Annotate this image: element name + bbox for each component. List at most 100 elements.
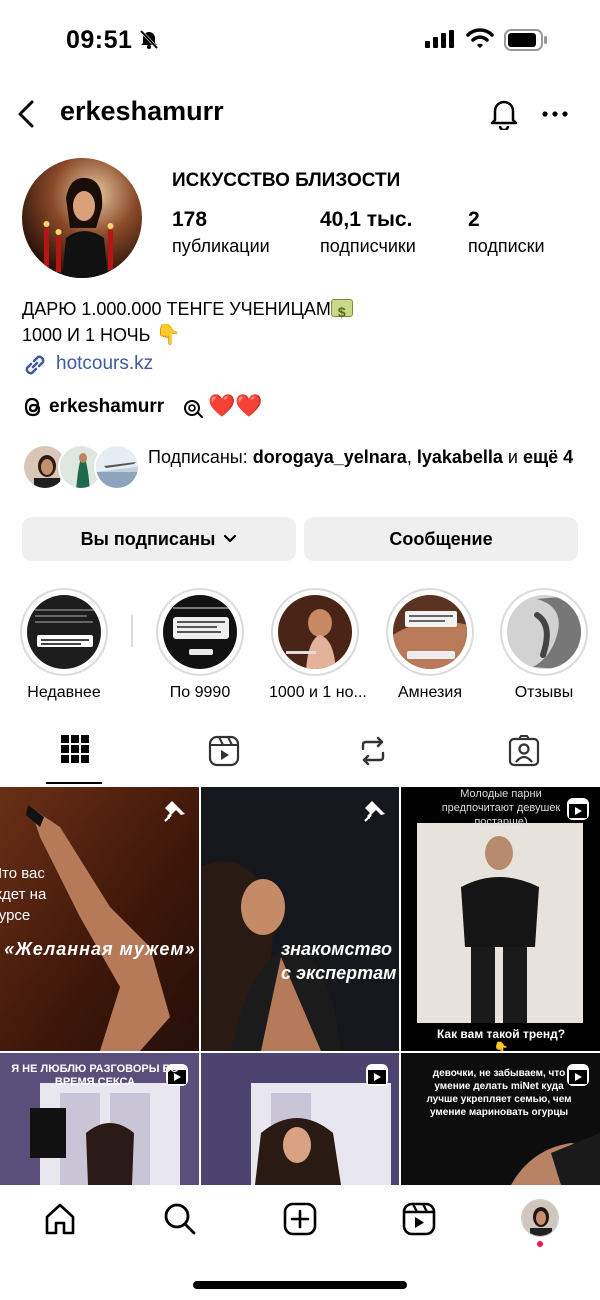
followed-by-avatars [22, 444, 142, 492]
status-bar: 09:51 [0, 0, 600, 80]
highlight-label: 1000 и 1 но... [269, 684, 367, 701]
hearts-emoji: ❤️❤️ [208, 393, 263, 418]
tagged-person-icon [508, 735, 540, 767]
threads-handle: erkeshamurr [49, 396, 165, 417]
stat-following-label: подписки [468, 236, 545, 256]
profile-nav-avatar[interactable] [521, 1199, 559, 1237]
post-1-caption-title: «Желанная мужем» [4, 939, 196, 959]
grid-post-6[interactable]: девочки, не забываем, что умение делать … [401, 1053, 600, 1185]
post-2-caption: знакомство с экспертам [281, 937, 399, 985]
highlight-label: Недавнее [27, 684, 101, 701]
bottom-navigation [0, 1185, 600, 1300]
pin-icon [364, 801, 385, 822]
highlight-1001-night[interactable]: 1000 и 1 но... [269, 588, 367, 702]
post-2-image [201, 787, 399, 1051]
highlight-cover [278, 595, 352, 669]
following-button[interactable]: Вы подписаны [22, 517, 296, 561]
highlight-ring [500, 588, 588, 676]
highlight-ring [271, 588, 359, 676]
home-icon[interactable] [42, 1201, 78, 1237]
stat-followers[interactable]: 40,1 тыс. подписчики [320, 208, 416, 257]
reel-icon [567, 798, 589, 820]
grid-icon [61, 735, 89, 763]
post-2-caption-line-2: с экспертам [281, 963, 397, 983]
stat-posts-value: 178 [172, 208, 208, 231]
more-options-icon[interactable] [540, 100, 570, 128]
message-button[interactable]: Сообщение [304, 517, 578, 561]
stat-followers-label: подписчики [320, 236, 416, 256]
bio-line-2-text: 1000 И 1 НОЧЬ [22, 325, 151, 345]
stat-following[interactable]: 2 подписки [468, 208, 545, 257]
bio-line-2: 1000 И 1 НОЧЬ 👇 [22, 322, 353, 348]
post-3-caption-bottom: Как вам такой тренд? 👇 [431, 1027, 571, 1051]
following-button-label: Вы подписаны [80, 528, 216, 549]
stat-followers-value: 40,1 тыс. [320, 208, 413, 231]
post-1-caption-line-1: Что вас [0, 865, 45, 882]
highlight-label: Отзывы [514, 684, 574, 701]
followed-user-1[interactable]: dorogaya_yelnara [253, 447, 407, 467]
tab-tagged[interactable] [494, 735, 554, 775]
highlight-recent[interactable]: Недавнее [18, 588, 110, 702]
back-icon[interactable] [14, 96, 42, 132]
grid-post-3[interactable]: Молодые парни предпочитают девушек поста… [401, 787, 600, 1051]
highlight-label: По 9990 [169, 684, 231, 701]
highlight-ring [386, 588, 474, 676]
create-post-icon[interactable] [282, 1201, 318, 1237]
highlight-cover [27, 595, 101, 669]
followed-more[interactable]: ещё 4 [523, 447, 573, 467]
profile-header: erkeshamurr [0, 90, 600, 140]
link-icon [25, 355, 45, 375]
highlight-ring [156, 588, 244, 676]
profile-display-name: ИСКУССТВО БЛИЗОСТИ [172, 170, 401, 191]
search-icon[interactable] [162, 1201, 198, 1237]
post-4-caption: я не люблю разговоры во время секса [11, 1063, 179, 1088]
profile-link-text[interactable]: hotcours.kz [56, 353, 153, 375]
highlight-reviews[interactable]: Отзывы [498, 588, 590, 702]
threads-chat-icon [184, 400, 203, 418]
highlight-amnesia[interactable]: Амнезия [384, 588, 476, 702]
post-1-caption-line-3: курсе [0, 907, 31, 924]
post-3-caption-top: Молодые парни предпочитают девушек поста… [441, 788, 561, 828]
post-1-caption-line-2: ждет на [0, 886, 47, 903]
reels-icon [208, 735, 240, 767]
stat-posts[interactable]: 178 публикации [172, 208, 270, 257]
signal-icon [425, 30, 454, 48]
highlight-ring [20, 588, 108, 676]
profile-bio: ДАРЮ 1.000.000 ТЕНГЕ УЧЕНИЦАМ 1000 И 1 Н… [22, 296, 353, 348]
followed-user-2[interactable]: lyakabella [417, 447, 503, 467]
grid-post-2[interactable]: знакомство с экспертам [201, 787, 399, 1051]
money-emoji-icon [330, 299, 353, 325]
home-indicator [193, 1281, 407, 1289]
pointing-down-emoji-icon: 👇 [493, 1041, 509, 1051]
bell-icon[interactable] [488, 96, 520, 130]
profile-avatar[interactable] [22, 158, 142, 278]
status-time: 09:51 [66, 26, 133, 54]
post-1-caption: Что вас ждет на курсе [0, 863, 82, 926]
threads-icon [24, 397, 41, 417]
highlight-cover [507, 595, 581, 669]
stat-following-value: 2 [468, 208, 480, 231]
reels-nav-icon[interactable] [401, 1201, 437, 1237]
highlight-9990[interactable]: По 9990 [154, 588, 246, 702]
tab-reposts[interactable] [343, 735, 403, 775]
tab-grid[interactable] [45, 735, 105, 775]
followed-by-text: Подписаны: dorogaya_yelnara, lyakabella … [148, 444, 578, 470]
profile-username: erkeshamurr [60, 96, 224, 126]
followed-separator: , [406, 447, 417, 467]
grid-post-4[interactable]: я не люблю разговоры во время секса [0, 1053, 199, 1185]
avatar-photo [22, 158, 142, 278]
pin-icon [164, 801, 185, 822]
wifi-icon [466, 28, 494, 48]
bio-line-1-text: ДАРЮ 1.000.000 ТЕНГЕ УЧЕНИЦАМ [22, 299, 331, 319]
post-6-caption: девочки, не забываем, что умение делать … [426, 1068, 572, 1118]
stat-posts-label: публикации [172, 236, 270, 256]
battery-icon [504, 29, 547, 51]
grid-post-5[interactable] [201, 1053, 399, 1185]
tab-reels[interactable] [194, 735, 254, 775]
post-3-caption-bottom-text: Как вам такой тренд? [436, 1027, 566, 1041]
grid-post-1[interactable]: Что вас ждет на курсе «Желанная мужем» [0, 787, 199, 1051]
followed-and: и [502, 447, 523, 467]
highlight-cover [393, 595, 467, 669]
highlight-divider [131, 615, 133, 647]
followed-by[interactable]: Подписаны: dorogaya_yelnara, lyakabella … [22, 440, 582, 496]
